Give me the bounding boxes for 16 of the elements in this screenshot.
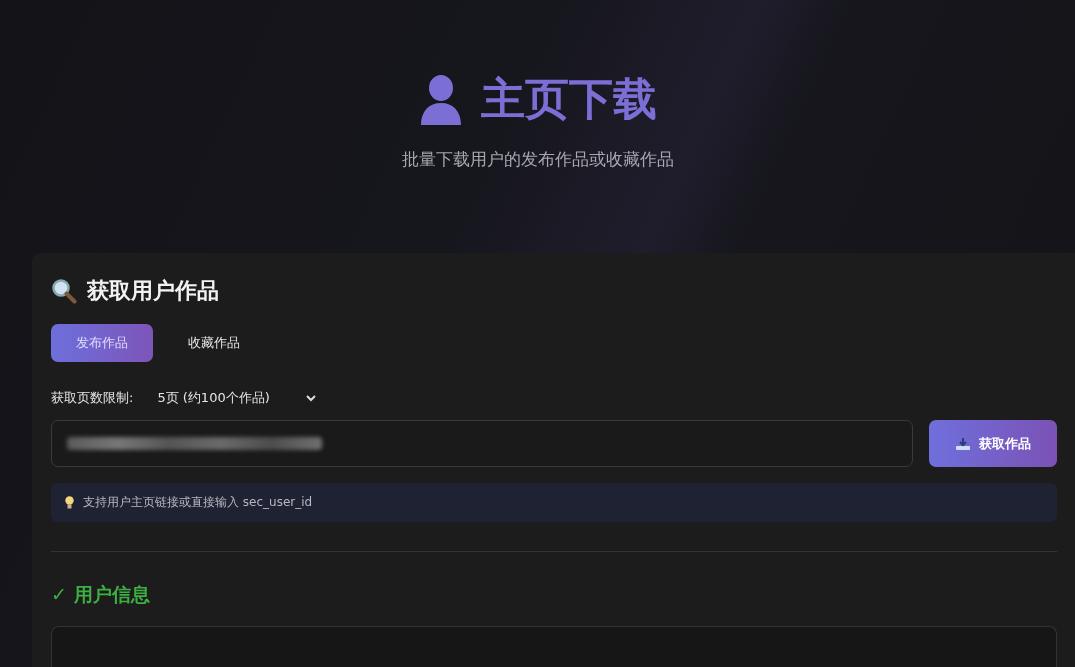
url-input-field[interactable]	[51, 420, 913, 467]
section-title: 获取用户作品	[87, 277, 219, 305]
page-title: 主页下载	[480, 77, 657, 121]
page-subtitle: 批量下载用户的发布作品或收藏作品	[401, 148, 674, 171]
tab[interactable]: 发布作品	[51, 324, 153, 362]
download-icon	[955, 436, 971, 451]
lightbulb-icon	[65, 496, 74, 509]
fetch-button[interactable]: 获取作品	[929, 420, 1057, 467]
user-icon	[418, 73, 463, 125]
tab[interactable]: 收藏作品	[163, 324, 265, 362]
user-info-heading: ✓ 用户信息	[51, 582, 151, 607]
page-limit-select[interactable]: 5页 (约100个作品)	[157, 389, 316, 407]
page-limit-label: 获取页数限制:	[51, 389, 134, 407]
chevron-icon	[305, 394, 316, 402]
hint-text: 支持用户主页链接或直接输入 sec_user_id	[83, 494, 313, 511]
search-icon	[51, 278, 77, 304]
